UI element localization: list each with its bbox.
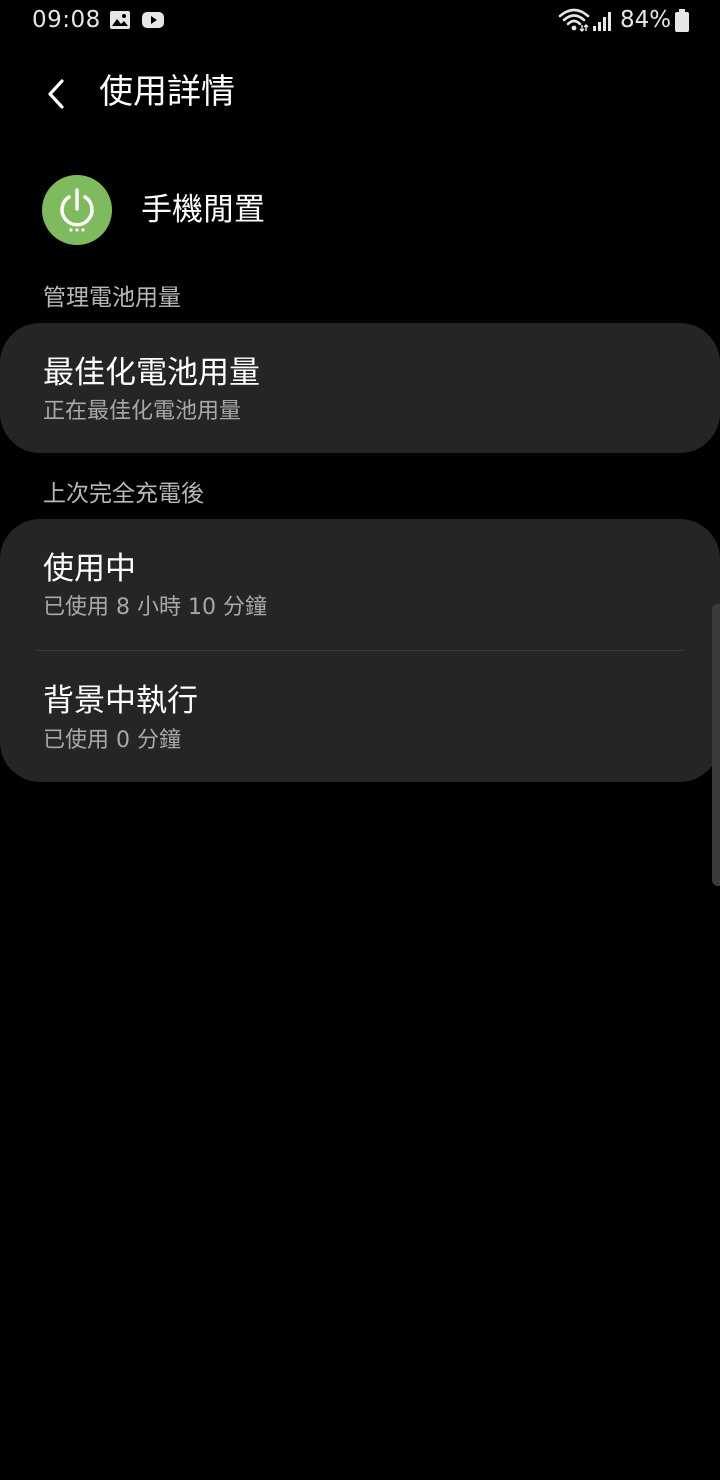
item-subtitle: 正在最佳化電池用量 <box>43 399 242 424</box>
in-use-item[interactable]: 使用中 已使用 8 小時 10 分鐘 <box>0 519 720 649</box>
page-title: 使用詳情 <box>99 72 235 112</box>
app-header: 使用詳情 <box>0 54 720 134</box>
app-info-row: 手機閒置 <box>0 170 720 252</box>
background-running-item[interactable]: 背景中執行 已使用 0 分鐘 <box>0 652 720 782</box>
scroll-handle[interactable] <box>712 604 720 886</box>
app-name: 手機閒置 <box>141 192 265 228</box>
image-icon <box>110 11 130 29</box>
manage-battery-card: 最佳化電池用量 正在最佳化電池用量 <box>0 323 720 453</box>
section-label-manage-battery: 管理電池用量 <box>43 285 181 311</box>
chevron-left-icon <box>48 79 64 109</box>
divider <box>36 650 684 651</box>
section-label-since-full-charge: 上次完全充電後 <box>43 481 204 507</box>
battery-percent: 84% <box>620 7 672 33</box>
youtube-icon <box>142 12 164 28</box>
battery-icon <box>675 9 689 32</box>
item-subtitle: 已使用 8 小時 10 分鐘 <box>43 595 267 620</box>
item-title: 背景中執行 <box>43 683 198 719</box>
app-icon <box>42 175 112 245</box>
item-title: 最佳化電池用量 <box>43 355 260 391</box>
status-bar: 09:08 84% <box>0 0 720 44</box>
wifi-icon <box>558 8 590 32</box>
power-icon <box>60 188 94 232</box>
item-subtitle: 已使用 0 分鐘 <box>43 728 181 753</box>
item-title: 使用中 <box>43 551 136 587</box>
status-time: 09:08 <box>32 7 101 33</box>
optimize-battery-item[interactable]: 最佳化電池用量 正在最佳化電池用量 <box>0 323 720 453</box>
back-button[interactable] <box>30 68 82 120</box>
signal-icon <box>593 12 611 31</box>
usage-card: 使用中 已使用 8 小時 10 分鐘 背景中執行 已使用 0 分鐘 <box>0 519 720 782</box>
